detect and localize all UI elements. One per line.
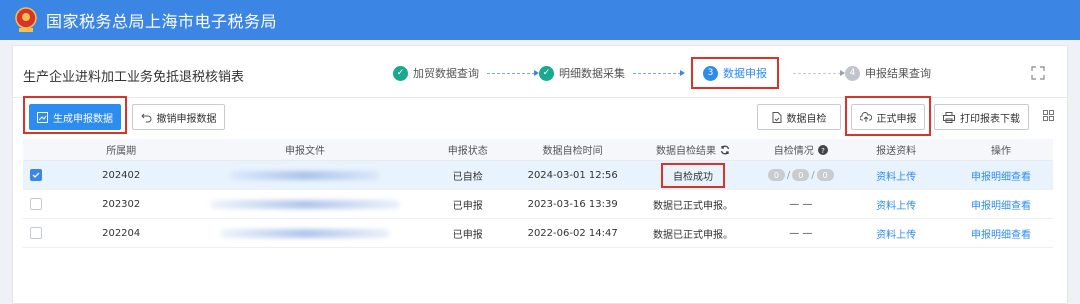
print-download-button[interactable]: 打印报表下载 [934,104,1029,130]
page-title: 生产企业进料加工业务免抵退税核销表 [23,70,245,85]
period-cell: 202302 [102,198,141,210]
count-badge[interactable]: 0 [767,169,785,181]
check-time-cell: 2023-03-16 13:39 [527,198,618,210]
step-connector [793,69,845,76]
check-icon [33,172,40,178]
status-cell: 已自检 [452,171,483,183]
refresh-icon[interactable] [720,145,730,155]
check-detail-cell: — — [789,227,813,239]
check-time-cell: 2022-06-02 14:47 [527,227,618,239]
step-progress: ✓ 加贸数据查询 ✓ 明细数据采集 3 数据申报 4 申报结果查询 [393,57,931,89]
check-detail-cell: — — [789,198,813,210]
row-checkbox[interactable] [30,227,43,239]
col-status: 申报状态 [447,146,488,157]
check-result-cell: 数据已正式申报。 [652,229,733,241]
view-details-link[interactable]: 申报明细查看 [949,197,1053,212]
step-data-declaration[interactable]: 3 数据申报 [703,65,767,81]
step-result-query[interactable]: 4 申报结果查询 [845,65,931,81]
file-cell-blurred [192,228,417,238]
view-details-link[interactable]: 申报明细查看 [949,226,1053,241]
upload-materials-link[interactable]: 资料上传 [843,168,949,183]
count-badge[interactable]: 0 [792,169,810,181]
table-row: 202204 已申报 2022-06-02 14:47 数据已正式申报。 — —… [23,219,1053,248]
main-panel: 生产企业进料加工业务免抵退税核销表 ✓ 加贸数据查询 ✓ 明细数据采集 3 数据… [12,45,1068,304]
step-label: 加贸数据查询 [413,67,479,80]
col-check-time: 数据自检时间 [542,146,603,157]
declaration-table: 所属期 申报文件 申报状态 数据自检时间 数据自检结果 自检情况 ? 报送资料 … [23,139,1053,248]
col-materials: 报送资料 [876,146,917,157]
upload-icon [859,111,872,122]
check-icon: ✓ [539,65,554,81]
period-cell: 202204 [102,227,141,239]
period-cell: 202402 [102,169,141,181]
status-cell: 已申报 [452,200,483,212]
check-icon: ✓ [393,65,408,81]
top-bar: 国家税务总局上海市电子税务局 [0,0,1080,40]
table-row: 202302 已申报 2023-03-16 13:39 数据已正式申报。 — —… [23,190,1053,219]
help-icon[interactable]: ? [817,144,828,155]
fullscreen-icon[interactable] [1031,66,1045,80]
file-cell-blurred [192,199,417,209]
table-row: 202402 已自检 2024-03-01 12:56 自检成功 0/0/0 资… [23,161,1053,190]
formal-declaration-button[interactable]: 正式申报 [851,104,925,130]
revoke-icon [140,113,151,122]
file-cell-blurred [192,170,417,180]
grid-settings-icon[interactable] [1043,110,1054,124]
step-trade-data-query[interactable]: ✓ 加贸数据查询 [393,65,479,81]
step-label: 数据申报 [723,67,767,80]
svg-text:?: ? [821,147,825,155]
check-result-cell: 数据已正式申报。 [652,200,733,212]
col-period: 所属期 [106,146,137,157]
check-time-cell: 2024-03-01 12:56 [527,169,618,181]
status-cell: 已申报 [452,229,483,241]
col-actions: 操作 [991,146,1012,157]
printer-icon [943,111,955,123]
check-result-cell: 自检成功 [660,162,725,188]
chart-icon [37,111,48,123]
document-icon [772,111,781,123]
national-emblem-icon [14,7,38,33]
step-number-4: 4 [845,65,860,81]
upload-materials-link[interactable]: 资料上传 [843,197,949,212]
col-check-result: 数据自检结果 [628,142,759,157]
col-check-detail: 自检情况 ? [758,142,843,157]
check-detail-counts: 0/0/0 [758,169,843,181]
self-check-button[interactable]: 数据自检 [757,104,841,130]
count-badge[interactable]: 0 [816,169,834,181]
row-checkbox[interactable] [30,198,43,210]
step-connector [633,69,685,76]
site-title: 国家税务总局上海市电子税务局 [46,12,278,31]
col-file: 申报文件 [285,146,326,157]
step-label: 明细数据采集 [559,67,625,80]
upload-materials-link[interactable]: 资料上传 [843,226,949,241]
view-details-link[interactable]: 申报明细查看 [949,168,1053,183]
highlight-box: 3 数据申报 [691,57,779,89]
generate-declaration-button[interactable]: 生成申报数据 [29,104,121,130]
revoke-declaration-button[interactable]: 撤销申报数据 [132,104,225,130]
step-label: 申报结果查询 [865,67,931,80]
step-connector [487,69,539,76]
step-detail-collection[interactable]: ✓ 明细数据采集 [539,65,625,81]
step-number-3: 3 [703,65,718,81]
table-header: 所属期 申报文件 申报状态 数据自检时间 数据自检结果 自检情况 ? 报送资料 … [23,139,1053,161]
row-checkbox[interactable] [30,169,43,181]
